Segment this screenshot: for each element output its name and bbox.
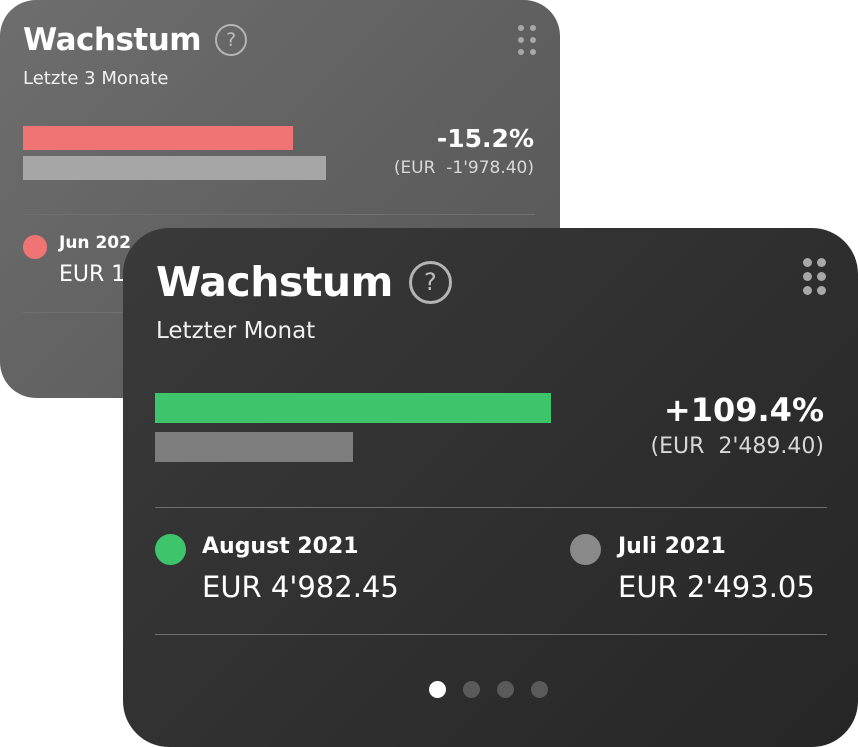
current-period-bar <box>155 393 551 423</box>
divider <box>23 214 535 215</box>
legend-value-current: EUR 1 <box>59 262 126 287</box>
page-dot-1[interactable] <box>429 681 446 698</box>
page-dot-3[interactable] <box>497 681 514 698</box>
legend-label-previous: Juli 2021 <box>618 534 726 559</box>
change-percent: -15.2% <box>436 124 534 153</box>
change-amount: (EUR 2'489.40) <box>650 434 824 459</box>
card-header: Wachstum ? <box>156 258 452 306</box>
card-title: Wachstum <box>23 22 202 58</box>
card-title: Wachstum <box>156 258 393 306</box>
legend-value-current: EUR 4'982.45 <box>202 570 399 604</box>
legend-label-current: Jun 202 <box>59 233 131 253</box>
page-dot-2[interactable] <box>463 681 480 698</box>
divider <box>155 507 827 508</box>
drag-handle-icon[interactable] <box>518 25 536 55</box>
legend-dot-previous <box>570 534 601 565</box>
widget-card-last-month[interactable]: Wachstum ? Letzter Monat +109.4% (EUR 2'… <box>123 228 858 747</box>
card-subtitle: Letzte 3 Monate <box>23 68 169 89</box>
page-indicator[interactable] <box>429 681 548 698</box>
help-icon[interactable]: ? <box>215 24 248 56</box>
change-percent: +109.4% <box>663 391 824 429</box>
change-amount: (EUR -1'978.40) <box>393 158 534 178</box>
previous-period-bar <box>155 432 353 462</box>
card-header: Wachstum ? <box>23 22 248 58</box>
help-icon[interactable]: ? <box>408 260 452 304</box>
legend-label-current: August 2021 <box>202 534 359 559</box>
card-subtitle: Letzter Monat <box>156 318 316 344</box>
legend-dot-current <box>155 534 186 565</box>
divider <box>155 634 827 635</box>
legend-dot-current <box>23 235 47 259</box>
current-period-bar <box>23 126 293 150</box>
drag-handle-icon[interactable] <box>803 258 826 295</box>
previous-period-bar <box>23 156 326 180</box>
legend-value-previous: EUR 2'493.05 <box>618 570 815 604</box>
page-dot-4[interactable] <box>531 681 548 698</box>
